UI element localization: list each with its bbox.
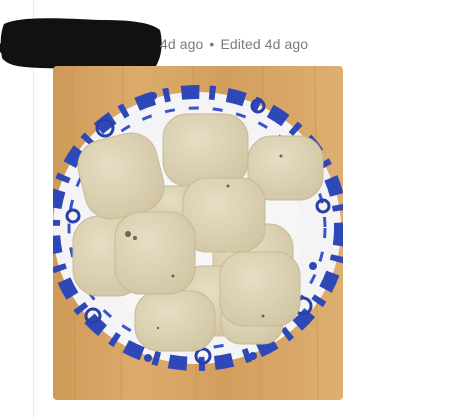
cookie-plate-photo <box>53 66 343 400</box>
posted-time: 4d ago <box>160 36 204 52</box>
meta-separator: • <box>209 36 215 52</box>
post-meta: 4d ago • Edited 4d ago <box>160 36 308 52</box>
redacted-author <box>0 18 162 69</box>
thread-line <box>33 0 34 418</box>
edited-time: Edited 4d ago <box>220 36 309 52</box>
post-image[interactable] <box>53 66 343 400</box>
